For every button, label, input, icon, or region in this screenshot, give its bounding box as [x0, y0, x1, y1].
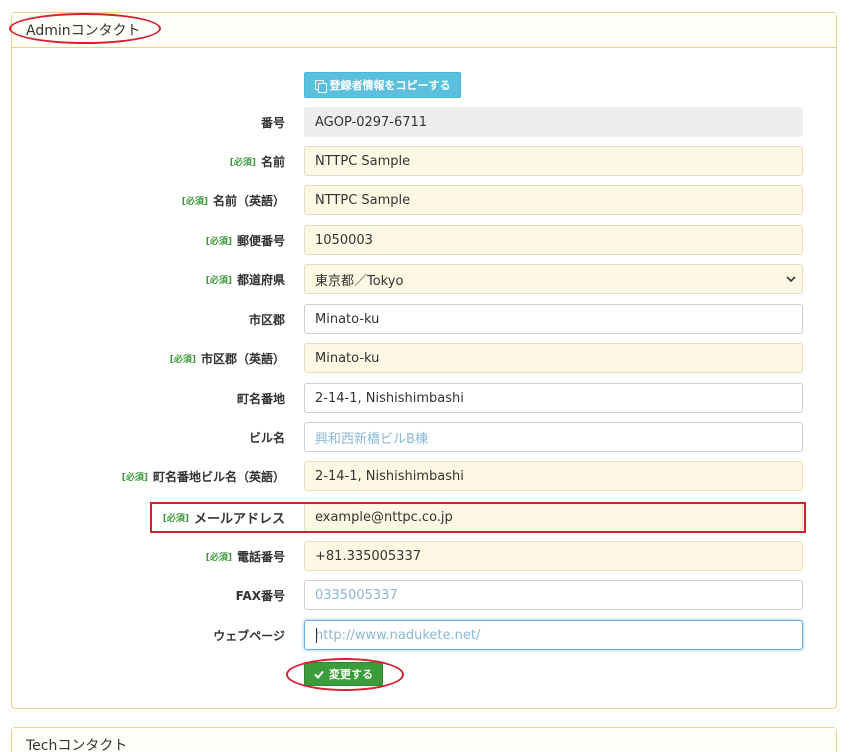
- tech-contact-panel: Techコンタクト: [11, 727, 837, 752]
- label-building: ビル名: [248, 430, 285, 445]
- name-en-input[interactable]: NTTPC Sample: [304, 185, 803, 215]
- label-name: [必須] 名前: [229, 154, 285, 169]
- copy-registrant-button[interactable]: 登録者情報をコピーする: [304, 72, 461, 98]
- label-phone: [必須] 電話番号: [205, 549, 285, 564]
- fax-input[interactable]: 0335005337: [304, 580, 803, 610]
- row-postal-code: [必須] 郵便番号 1050003: [0, 225, 853, 255]
- row-phone: [必須] 電話番号 +81.335005337: [0, 541, 853, 571]
- label-fax: FAX番号: [235, 588, 285, 603]
- row-email: [必須] メールアドレス example@nttpc.co.jp: [0, 502, 853, 532]
- building-input[interactable]: 興和西新橋ビルB棟: [304, 422, 803, 452]
- row-fax: FAX番号 0335005337: [0, 580, 853, 610]
- row-prefecture: [必須] 都道府県 東京都／Tokyo: [0, 264, 853, 294]
- row-street: 町名番地 2-14-1, Nishishimbashi: [0, 383, 853, 413]
- number-field: AGOP-0297-6711: [304, 107, 803, 137]
- webpage-input[interactable]: http://www.nadukete.net/: [304, 620, 803, 650]
- copy-registrant-label: 登録者情報をコピーする: [329, 79, 451, 92]
- check-icon: [314, 670, 324, 679]
- label-webpage: ウェブページ: [213, 628, 285, 643]
- required-tag: [必須]: [229, 157, 256, 168]
- required-tag: [必須]: [162, 513, 189, 524]
- label-name-en: [必須] 名前（英語）: [181, 193, 285, 208]
- change-button[interactable]: 変更する: [304, 662, 383, 686]
- email-input[interactable]: example@nttpc.co.jp: [304, 502, 803, 532]
- label-postal-code: [必須] 郵便番号: [205, 233, 285, 248]
- required-tag: [必須]: [205, 552, 232, 563]
- row-building: ビル名 興和西新橋ビルB棟: [0, 422, 853, 452]
- postal-code-input[interactable]: 1050003: [304, 225, 803, 255]
- row-street-building-en: [必須] 町名番地ビル名（英語） 2-14-1, Nishishimbashi: [0, 461, 853, 491]
- change-button-label: 変更する: [329, 668, 373, 681]
- city-input[interactable]: Minato-ku: [304, 304, 803, 334]
- prefecture-select[interactable]: 東京都／Tokyo: [304, 264, 803, 294]
- required-tag: [必須]: [181, 196, 208, 207]
- street-input[interactable]: 2-14-1, Nishishimbashi: [304, 383, 803, 413]
- phone-input[interactable]: +81.335005337: [304, 541, 803, 571]
- city-en-input[interactable]: Minato-ku: [304, 343, 803, 373]
- required-tag: [必須]: [205, 275, 232, 286]
- row-number: 番号 AGOP-0297-6711: [0, 107, 853, 137]
- admin-contact-heading: Adminコンタクト: [12, 13, 836, 48]
- name-input[interactable]: NTTPC Sample: [304, 146, 803, 176]
- row-city: 市区郡 Minato-ku: [0, 304, 853, 334]
- label-city-en: [必須] 市区郡（英語）: [169, 351, 285, 366]
- tech-contact-heading: Techコンタクト: [12, 728, 836, 752]
- label-street: 町名番地: [236, 391, 285, 406]
- street-building-en-input[interactable]: 2-14-1, Nishishimbashi: [304, 461, 803, 491]
- copy-icon: [314, 79, 327, 93]
- required-tag: [必須]: [205, 236, 232, 247]
- row-webpage: ウェブページ http://www.nadukete.net/: [0, 620, 853, 650]
- required-tag: [必須]: [121, 472, 148, 483]
- required-tag: [必須]: [169, 354, 196, 365]
- label-number: 番号: [260, 115, 285, 130]
- chevron-down-icon: [786, 276, 796, 283]
- row-name: [必須] 名前 NTTPC Sample: [0, 146, 853, 176]
- row-name-en: [必須] 名前（英語） NTTPC Sample: [0, 185, 853, 215]
- label-city: 市区郡: [248, 312, 285, 327]
- label-email: [必須] メールアドレス: [162, 511, 285, 527]
- label-street-building-en: [必須] 町名番地ビル名（英語）: [121, 469, 285, 484]
- label-prefecture: [必須] 都道府県: [205, 272, 285, 287]
- row-city-en: [必須] 市区郡（英語） Minato-ku: [0, 343, 853, 373]
- text-caret: [316, 628, 317, 643]
